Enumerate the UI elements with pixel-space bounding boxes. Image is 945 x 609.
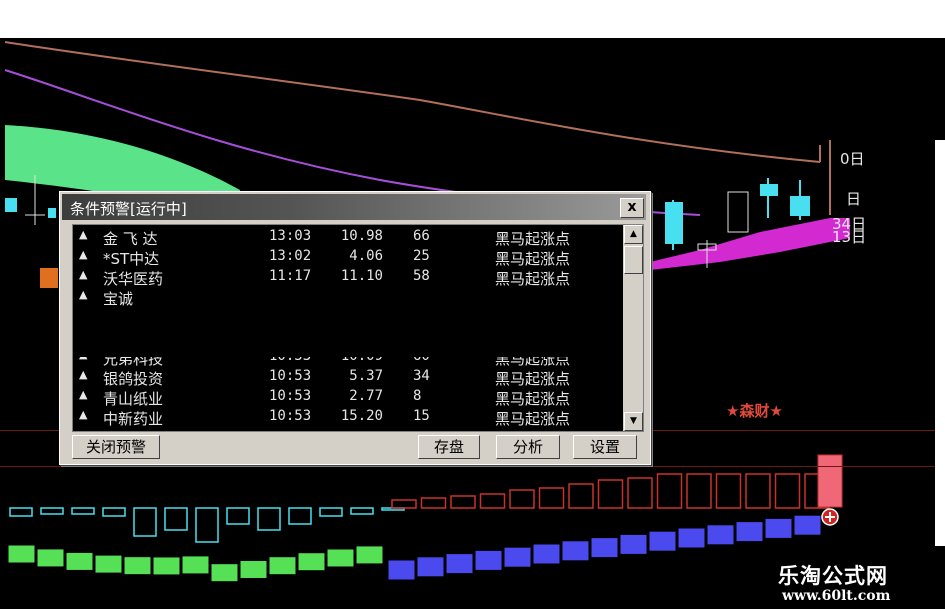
blue-block: [561, 540, 590, 562]
alert-count: 34: [413, 368, 430, 384]
alert-price: 15.20: [340, 408, 383, 424]
blue-block: [648, 530, 677, 552]
green-block: [94, 554, 123, 574]
green-block: [326, 548, 355, 568]
arrow-up-icon: ▲: [79, 408, 88, 421]
axis-label-3: 13日: [832, 228, 867, 246]
arrow-up-icon: ▲: [79, 268, 88, 281]
alert-time: 11:17: [269, 268, 312, 284]
alert-row[interactable]: ▲ 银鸽投资 10:53 5.37 34 黑马起涨点: [73, 367, 623, 388]
stock-name: 青山纸业: [103, 390, 164, 408]
green-block: [355, 545, 384, 565]
green-block: [65, 551, 94, 571]
green-block: [268, 556, 297, 576]
alert-price: 5.37: [349, 368, 383, 384]
close-button[interactable]: x: [620, 198, 644, 218]
alert-row[interactable]: ▲ 中新药业 10:53 15.20 15 黑马起涨点: [73, 407, 623, 428]
alert-price: 2.77: [349, 388, 383, 404]
alert-signal: 黑马起涨点: [495, 230, 571, 248]
alert-time: 10:53: [269, 388, 312, 404]
right-white-strip: [935, 140, 945, 580]
alert-time: 10:53: [269, 368, 312, 384]
blue-block: [416, 556, 445, 578]
list-scrollbar[interactable]: ▲ ▼: [623, 225, 643, 431]
green-block: [297, 552, 326, 572]
alert-count: 58: [413, 268, 430, 284]
green-block: [181, 555, 210, 575]
green-block: [36, 548, 65, 568]
dialog-title: 条件预警[运行中]: [70, 200, 187, 218]
alert-row[interactable]: ▲ *ST中达 13:02 4.06 25 黑马起涨点: [73, 247, 623, 268]
settings-button[interactable]: 设置: [573, 435, 637, 459]
blue-block: [735, 521, 764, 543]
condition-alert-dialog: 条件预警[运行中] x ▲ 金 飞 达 13:03 10.98 66 黑马起涨点 ▲ *ST中…: [59, 191, 651, 465]
alert-signal: 黑马起涨点: [495, 410, 571, 428]
alert-count: 66: [413, 228, 430, 244]
alert-row[interactable]: ▲ 沃华医药 11:17 11.10 58 黑马起涨点: [73, 267, 623, 288]
arrow-up-icon: ▲: [79, 368, 88, 381]
alert-signal: 黑马起涨点: [495, 370, 571, 388]
stock-name: 宝诚: [103, 290, 134, 308]
arrow-up-icon: ▲: [79, 388, 88, 401]
save-button[interactable]: 存盘: [418, 435, 480, 459]
blue-block: [619, 533, 648, 555]
close-alert-button[interactable]: 关闭预警: [72, 435, 160, 459]
stock-name: *ST中达: [103, 250, 160, 268]
blue-block: [764, 517, 793, 539]
blue-block: [677, 527, 706, 549]
blue-block: [445, 553, 474, 575]
alert-time: 13:03: [269, 228, 312, 244]
alert-price: 10.98: [340, 228, 383, 244]
alert-signal: 黑马起涨点: [495, 270, 571, 288]
blue-block: [532, 543, 561, 565]
blue-block: [503, 546, 532, 568]
stock-name: 金 飞 达: [103, 230, 158, 248]
green-block: [7, 544, 36, 564]
green-block: [239, 559, 268, 579]
alert-list[interactable]: ▲ 金 飞 达 13:03 10.98 66 黑马起涨点 ▲ *ST中达 13:02 4.06 25…: [72, 224, 644, 432]
stock-name: 银鸽投资: [103, 370, 164, 388]
scroll-up-icon[interactable]: ▲: [624, 225, 643, 244]
alert-signal: 黑马起涨点: [495, 250, 571, 268]
arrow-up-icon: ▲: [79, 248, 88, 261]
alert-row[interactable]: ▲ 青山纸业 10:53 2.77 8 黑马起涨点: [73, 387, 623, 408]
watermark-url: www.60lt.com: [782, 588, 891, 604]
arrow-up-icon: ▲: [79, 228, 88, 241]
alert-time: 10:53: [269, 408, 312, 424]
analyze-button[interactable]: 分析: [496, 435, 560, 459]
blue-block: [793, 514, 822, 536]
green-block: [152, 556, 181, 576]
arrow-up-icon: ▲: [79, 288, 88, 301]
chart-annotation: ★森财★: [726, 402, 783, 420]
alert-row[interactable]: ▲ 宝诚: [73, 287, 623, 308]
blue-block: [706, 524, 735, 546]
alert-signal: 黑马起涨点: [495, 390, 571, 408]
scroll-down-icon[interactable]: ▼: [624, 412, 643, 431]
blue-block: [590, 537, 619, 559]
alert-price: 4.06: [349, 248, 383, 264]
red-bar-filled: [817, 454, 843, 508]
axis-label-1: 日: [846, 190, 862, 208]
alert-count: 15: [413, 408, 430, 424]
alert-price: 11.10: [340, 268, 383, 284]
grid-line-bottom: [0, 466, 945, 467]
green-block: [123, 556, 152, 576]
occluded-region: [73, 311, 643, 357]
dialog-title-bar[interactable]: 条件预警[运行中] x: [62, 194, 646, 220]
blue-block: [474, 549, 503, 571]
stock-name: 中新药业: [103, 410, 164, 428]
alert-time: 13:02: [269, 248, 312, 264]
stock-name: 沃华医药: [103, 270, 164, 288]
alert-count: 25: [413, 248, 430, 264]
alert-count: 8: [413, 388, 422, 404]
watermark-title: 乐淘公式网: [778, 564, 888, 588]
axis-label-0: 0日: [840, 150, 865, 168]
blue-block: [387, 559, 416, 581]
scroll-thumb[interactable]: [624, 246, 643, 274]
green-block: [210, 563, 239, 583]
alert-row[interactable]: ▲ 金 飞 达 13:03 10.98 66 黑马起涨点: [73, 227, 623, 248]
